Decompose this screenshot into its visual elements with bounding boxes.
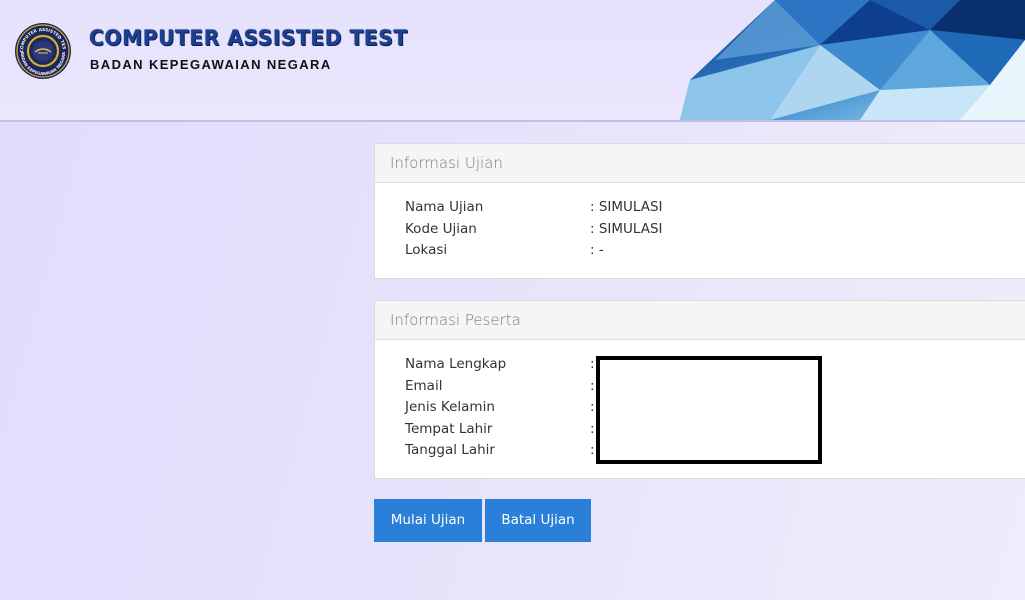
birthplace-label: Tempat Lahir [405,420,493,437]
exam-name-label: Nama Ujian [405,199,484,215]
participant-info-panel: Informasi Peserta Nama Lengkap : Email :… [374,300,1025,479]
email-value: : [590,377,595,394]
birthdate-label: Tanggal Lahir [405,442,495,458]
email-label: Email [405,377,443,394]
page-header: COMPUTER ASSISTED TEST BADAN KEPEGAWAIAN… [0,0,1025,122]
app-subtitle: BADAN KEPEGAWAIAN NEGARA [90,57,332,72]
full-name-label: Nama Lengkap [405,356,507,372]
exam-code-label: Kode Ujian [405,220,477,237]
birthplace-value: : [590,420,595,437]
location-value: : - [590,242,604,258]
exam-code-row: Kode Ujian : SIMULASI [405,221,1025,243]
exam-name-row: Nama Ujian : SIMULASI [405,199,1025,221]
cancel-exam-button[interactable]: Batal Ujian [485,499,591,542]
gender-label: Jenis Kelamin [405,399,495,415]
redaction-box [596,356,822,464]
gender-value: : [590,399,595,415]
exam-code-value: : SIMULASI [590,220,663,237]
participant-info-heading: Informasi Peserta [375,301,1025,340]
bkn-logo: COMPUTER ASSISTED TEST BADAN KEPEGAWAIAN… [14,22,71,79]
full-name-value: : [590,356,595,372]
exam-info-panel: Informasi Ujian Nama Ujian : SIMULASI Ko… [374,143,1025,279]
birthdate-value: : [590,442,595,458]
location-label: Lokasi [405,242,448,258]
exam-info-heading: Informasi Ujian [375,144,1025,183]
exam-info-body: Nama Ujian : SIMULASI Kode Ujian : SIMUL… [375,183,1025,264]
exam-name-value: : SIMULASI [590,199,663,215]
location-row: Lokasi : - [405,242,1025,264]
participant-info-body: Nama Lengkap : Email : Jenis Kelamin : T… [375,340,1025,464]
start-exam-button[interactable]: Mulai Ujian [374,499,482,542]
app-title: COMPUTER ASSISTED TEST [89,26,408,50]
